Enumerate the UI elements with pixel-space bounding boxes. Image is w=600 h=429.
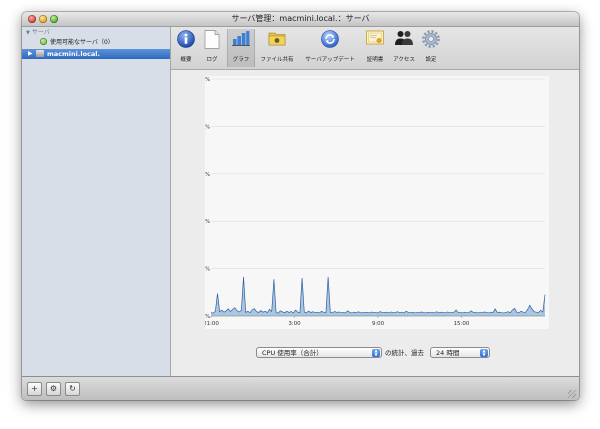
toolbar-label: ファイル共有 — [260, 57, 294, 63]
add-server-button[interactable]: + — [27, 382, 42, 396]
gear-icon — [422, 30, 440, 48]
y-tick-label: 20 % — [205, 267, 210, 273]
window-title: サーバ管理：macmini.local.：サーバ — [231, 14, 370, 23]
graph-controls: CPU 使用率（合計） ▲ ▼ の統計、過去 24 時間 ▲ ▼ — [171, 346, 579, 360]
time-range-select[interactable]: 24 時間 ▲ ▼ — [430, 347, 490, 358]
x-tick-label: 21:00 — [205, 321, 219, 327]
toolbar: 概要 ログ グラフ ファイル共有 サーバアップデート 証明書 アクセス 設定 — [171, 27, 579, 70]
y-tick-label: 80 % — [205, 124, 210, 130]
toolbar-label: ログ — [206, 57, 218, 63]
software-update-icon — [321, 30, 339, 48]
sidebar-item-available-servers[interactable]: 使用可能なサーバ（0） — [40, 38, 114, 47]
toolbar-label: 設定 — [425, 57, 437, 63]
toolbar-overview[interactable]: 概要 — [175, 29, 197, 67]
toolbar-logs[interactable]: ログ — [201, 29, 223, 67]
document-icon — [204, 30, 220, 49]
disclosure-triangle-icon[interactable]: ▶ — [28, 50, 33, 58]
cpu-usage-area — [211, 276, 545, 316]
sidebar-item-label: 使用可能なサーバ（0） — [50, 39, 114, 46]
y-tick-label: 60 % — [205, 172, 210, 178]
graph-pane: 0 % 20 % 40 % 60 % 80 % 100 % 21:00 3:00 9:00 15… — [171, 70, 579, 376]
toolbar-label: 概要 — [180, 57, 192, 63]
network-globe-icon — [40, 38, 47, 45]
toolbar-label: サーバアップデート — [305, 57, 355, 63]
toolbar-label: 証明書 — [366, 57, 384, 63]
disclosure-triangle-icon[interactable]: ▼ — [26, 29, 30, 37]
y-tick-label: 0 % — [205, 314, 210, 320]
toolbar-settings[interactable]: 設定 — [421, 29, 441, 67]
y-tick-label: 100 % — [205, 77, 210, 83]
select-arrows-icon: ▲ ▼ — [480, 349, 488, 357]
metric-select[interactable]: CPU 使用率（合計） ▲ ▼ — [256, 347, 382, 358]
sidebar: ▼ サーバ 使用可能なサーバ（0） ▶ macmini.local. — [22, 27, 171, 376]
bar-chart-icon — [232, 31, 250, 46]
sidebar-group-servers[interactable]: ▼ サーバ — [26, 29, 50, 37]
cpu-usage-line — [210, 276, 546, 314]
mac-mini-icon — [36, 50, 44, 57]
toolbar-certificates[interactable]: 証明書 — [363, 29, 387, 67]
x-tick-label: 3:00 — [288, 321, 301, 327]
cpu-usage-chart: 0 % 20 % 40 % 60 % 80 % 100 % 21:00 3:00 9:00 15… — [205, 76, 549, 329]
certificate-icon — [366, 30, 384, 45]
sidebar-item-macmini[interactable]: ▶ macmini.local. — [22, 49, 170, 59]
bottom-bar: + ⚙ ↻ — [22, 376, 579, 400]
resize-grip[interactable] — [568, 390, 576, 398]
toolbar-software-update[interactable]: サーバアップデート — [301, 29, 359, 67]
sidebar-group-label: サーバ — [31, 29, 50, 36]
stats-caption: の統計、過去 — [385, 349, 424, 357]
refresh-button[interactable]: ↻ — [65, 382, 80, 396]
toolbar-graphs[interactable]: グラフ — [227, 29, 255, 67]
toolbar-label: アクセス — [393, 57, 415, 63]
sidebar-item-label: macmini.local. — [47, 50, 100, 58]
x-tick-label: 15:00 — [454, 321, 470, 327]
y-tick-label: 40 % — [205, 219, 210, 225]
action-menu-button[interactable]: ⚙ — [46, 382, 61, 396]
toolbar-file-sharing[interactable]: ファイル共有 — [257, 29, 297, 67]
users-icon — [395, 31, 413, 45]
toolbar-label: グラフ — [232, 57, 250, 63]
select-arrows-icon: ▲ ▼ — [372, 349, 380, 357]
time-range-value: 24 時間 — [436, 349, 460, 357]
x-tick-label: 9:00 — [372, 321, 385, 327]
title-bar: サーバ管理：macmini.local.：サーバ — [22, 12, 579, 27]
info-icon — [177, 30, 195, 48]
shared-folder-icon — [268, 32, 286, 46]
metric-select-value: CPU 使用率（合計） — [262, 349, 323, 357]
app-window: サーバ管理：macmini.local.：サーバ ▼ サーバ 使用可能なサーバ（0… — [22, 12, 579, 400]
toolbar-access[interactable]: アクセス — [391, 29, 417, 67]
